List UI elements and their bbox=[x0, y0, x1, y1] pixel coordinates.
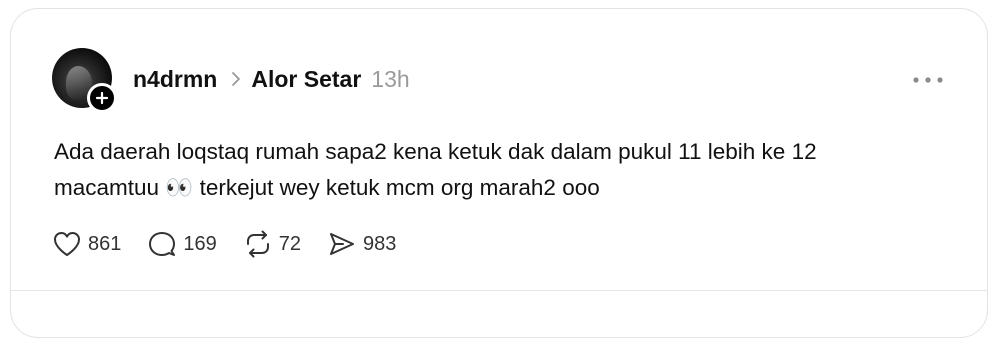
share-count: 983 bbox=[363, 232, 397, 255]
more-options-button[interactable] bbox=[910, 68, 946, 92]
repost-icon bbox=[243, 230, 273, 258]
post-text-segment: macamtuu bbox=[54, 175, 166, 200]
heart-icon bbox=[52, 230, 82, 258]
reply-button[interactable]: 169 bbox=[147, 230, 217, 258]
repost-button[interactable]: 72 bbox=[243, 230, 301, 258]
location-link[interactable]: Alor Setar bbox=[251, 66, 361, 93]
post-text-line-2: macamtuu 👀 terkejut wey ketuk mcm org ma… bbox=[54, 170, 954, 206]
plus-icon bbox=[95, 91, 109, 105]
like-count: 861 bbox=[88, 232, 122, 255]
post-divider bbox=[11, 290, 988, 291]
share-button[interactable]: 983 bbox=[327, 230, 396, 258]
action-bar: 861 169 72 983 bbox=[52, 228, 422, 260]
post-header: n4drmn Alor Setar 13h bbox=[133, 62, 410, 96]
chevron-right-icon bbox=[231, 71, 241, 87]
post-timestamp: 13h bbox=[371, 65, 410, 92]
avatar-container[interactable] bbox=[52, 48, 117, 113]
send-icon bbox=[327, 230, 357, 258]
post-body: Ada daerah loqstaq rumah sapa2 kena ketu… bbox=[54, 134, 954, 206]
eyes-emoji: 👀 bbox=[165, 175, 194, 200]
more-horizontal-icon bbox=[912, 76, 944, 84]
follow-button[interactable] bbox=[87, 83, 117, 113]
post-text-segment: terkejut wey ketuk mcm org marah2 ooo bbox=[193, 175, 600, 200]
reply-count: 169 bbox=[183, 232, 217, 255]
repost-count: 72 bbox=[278, 232, 301, 255]
comment-icon bbox=[147, 230, 177, 258]
username-link[interactable]: n4drmn bbox=[133, 66, 217, 93]
post-text-line-1: Ada daerah loqstaq rumah sapa2 kena ketu… bbox=[54, 139, 817, 164]
like-button[interactable]: 861 bbox=[52, 230, 121, 258]
